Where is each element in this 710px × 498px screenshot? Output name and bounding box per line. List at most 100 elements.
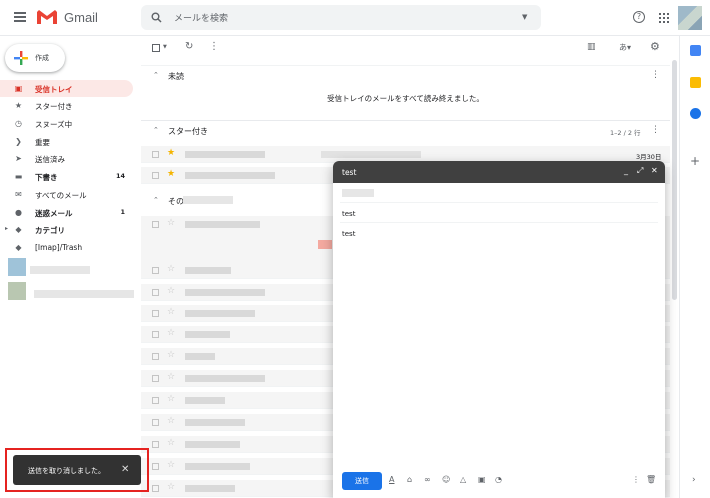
expand-panel-icon[interactable]: › <box>692 475 696 485</box>
compose-header[interactable]: test _ ⤢ ✕ <box>333 161 665 183</box>
sender-blur <box>185 172 275 179</box>
photo-icon[interactable]: ▣ <box>478 475 486 484</box>
hangouts-name-blur <box>30 266 90 274</box>
subject-value[interactable]: test <box>342 210 355 218</box>
star-icon[interactable]: ☆ <box>167 218 175 228</box>
row-checkbox[interactable] <box>152 441 159 448</box>
compose-window[interactable]: test _ ⤢ ✕ test test 送信 A ⌂ ∞ ☺ △ ▣ ◔ ⋮ … <box>333 161 665 498</box>
more-options-icon[interactable]: ⋮ <box>209 41 219 52</box>
row-checkbox[interactable] <box>152 353 159 360</box>
link-icon[interactable]: ∞ <box>424 475 431 484</box>
attach-icon[interactable]: ⌂ <box>407 475 412 484</box>
section-options-icon[interactable]: ⋮ <box>651 125 660 135</box>
apps-grid-icon[interactable] <box>659 13 669 23</box>
select-all-checkbox[interactable] <box>152 44 160 52</box>
nav-inbox[interactable]: ▣ 受信トレイ <box>0 80 133 97</box>
star-icon[interactable]: ☆ <box>167 482 175 492</box>
star-icon[interactable]: ☆ <box>167 460 175 470</box>
split-pane-icon[interactable]: ▥ <box>587 42 596 52</box>
label-icon: ◆ <box>15 243 22 252</box>
row-checkbox[interactable] <box>152 172 159 179</box>
help-icon[interactable]: ? <box>633 11 645 23</box>
star-icon[interactable]: ☆ <box>167 307 175 317</box>
row-checkbox[interactable] <box>152 151 159 158</box>
star-icon[interactable]: ☆ <box>167 264 175 274</box>
more-options-icon[interactable]: ⋮ <box>632 475 640 484</box>
nav-sent[interactable]: ➤ 送信済み <box>0 150 133 167</box>
nav-snoozed[interactable]: ◷ スヌーズ中 <box>0 115 133 132</box>
row-checkbox[interactable] <box>152 397 159 404</box>
row-checkbox[interactable] <box>152 310 159 317</box>
section-starred-header[interactable]: ⌃ スター付き 1–2 / 2 行 ⋮ <box>141 120 670 140</box>
compose-button[interactable]: 作成 <box>5 44 65 72</box>
section-options-icon[interactable]: ⋮ <box>651 70 660 80</box>
star-icon[interactable]: ★ <box>167 148 175 158</box>
nav-label: 迷惑メール <box>35 209 73 218</box>
add-addon-icon[interactable]: + <box>690 154 700 168</box>
spam-count: 1 <box>120 208 125 216</box>
drive-icon[interactable]: △ <box>460 475 466 484</box>
row-checkbox[interactable] <box>152 485 159 492</box>
nav-important[interactable]: ❯ 重要 <box>0 133 133 150</box>
gmail-logo[interactable] <box>36 9 58 25</box>
recipient-blur <box>342 189 374 197</box>
sender-blur <box>185 151 265 158</box>
formatting-icon[interactable]: A <box>389 475 394 484</box>
collapse-caret-icon[interactable]: ⌃ <box>153 126 159 134</box>
row-checkbox[interactable] <box>152 463 159 470</box>
star-icon[interactable]: ☆ <box>167 394 175 404</box>
star-icon[interactable]: ☆ <box>167 372 175 382</box>
discard-trash-icon[interactable]: 🗑 <box>646 475 656 484</box>
row-checkbox[interactable] <box>152 375 159 382</box>
row-checkbox[interactable] <box>152 289 159 296</box>
keep-icon[interactable] <box>690 77 701 88</box>
expand-caret-icon[interactable]: ▸ <box>5 225 8 232</box>
refresh-icon[interactable]: ↻ <box>185 41 193 52</box>
select-dropdown-icon[interactable]: ▼ <box>163 44 167 50</box>
nav-label: [Imap]/Trash <box>35 243 83 252</box>
message-body[interactable]: test <box>342 230 355 238</box>
section-unread-header[interactable]: ⌃ 未読 ⋮ <box>141 65 670 85</box>
star-icon[interactable]: ☆ <box>167 350 175 360</box>
confidential-lock-icon[interactable]: ◔ <box>495 475 502 484</box>
list-toolbar: ▼ ↻ ⋮ ▥ あ▾ ⚙ <box>141 38 670 60</box>
settings-gear-icon[interactable]: ⚙ <box>650 40 660 53</box>
nav-spam[interactable]: ● 迷惑メール 1 <box>0 204 133 221</box>
search-input[interactable]: メールを検索 <box>174 11 228 24</box>
tasks-icon[interactable] <box>690 108 701 119</box>
input-tools-icon[interactable]: あ▾ <box>619 42 631 53</box>
fullscreen-icon[interactable]: ⤢ <box>637 166 643 176</box>
nav-categories[interactable]: ▸ ◆ カテゴリ <box>0 221 133 238</box>
row-checkbox[interactable] <box>152 419 159 426</box>
calendar-icon[interactable] <box>690 45 701 56</box>
star-icon[interactable]: ☆ <box>167 328 175 338</box>
clock-icon: ◷ <box>15 119 22 128</box>
nav-all-mail[interactable]: ✉ すべてのメール <box>0 186 133 203</box>
collapse-caret-icon[interactable]: ⌃ <box>153 71 159 79</box>
star-icon[interactable]: ☆ <box>167 438 175 448</box>
nav-imap-trash[interactable]: ◆ [Imap]/Trash <box>0 239 133 256</box>
list-scrollbar[interactable] <box>672 60 677 300</box>
main-menu-icon[interactable] <box>14 12 26 22</box>
sender-blur <box>185 221 260 228</box>
star-icon[interactable]: ☆ <box>167 416 175 426</box>
nav-drafts[interactable]: ▬ 下書き 14 <box>0 168 133 185</box>
star-icon[interactable]: ★ <box>167 169 175 179</box>
close-icon[interactable]: ✕ <box>651 166 658 175</box>
collapse-caret-icon[interactable]: ⌃ <box>153 196 159 204</box>
search-bar[interactable]: メールを検索 ▼ <box>141 5 541 30</box>
sender-blur <box>185 419 245 426</box>
search-icon[interactable] <box>151 12 162 23</box>
send-button[interactable]: 送信 <box>342 472 382 490</box>
minimize-icon[interactable]: _ <box>624 166 628 175</box>
search-options-icon[interactable]: ▼ <box>522 13 527 21</box>
subject-field[interactable]: test <box>340 204 658 223</box>
emoji-icon[interactable]: ☺ <box>442 475 450 484</box>
nav-starred[interactable]: ★ スター付き <box>0 97 133 114</box>
row-checkbox[interactable] <box>152 221 159 228</box>
recipients-field[interactable] <box>340 184 658 203</box>
row-checkbox[interactable] <box>152 267 159 274</box>
star-icon[interactable]: ☆ <box>167 286 175 296</box>
row-checkbox[interactable] <box>152 331 159 338</box>
avatar[interactable] <box>678 6 702 30</box>
